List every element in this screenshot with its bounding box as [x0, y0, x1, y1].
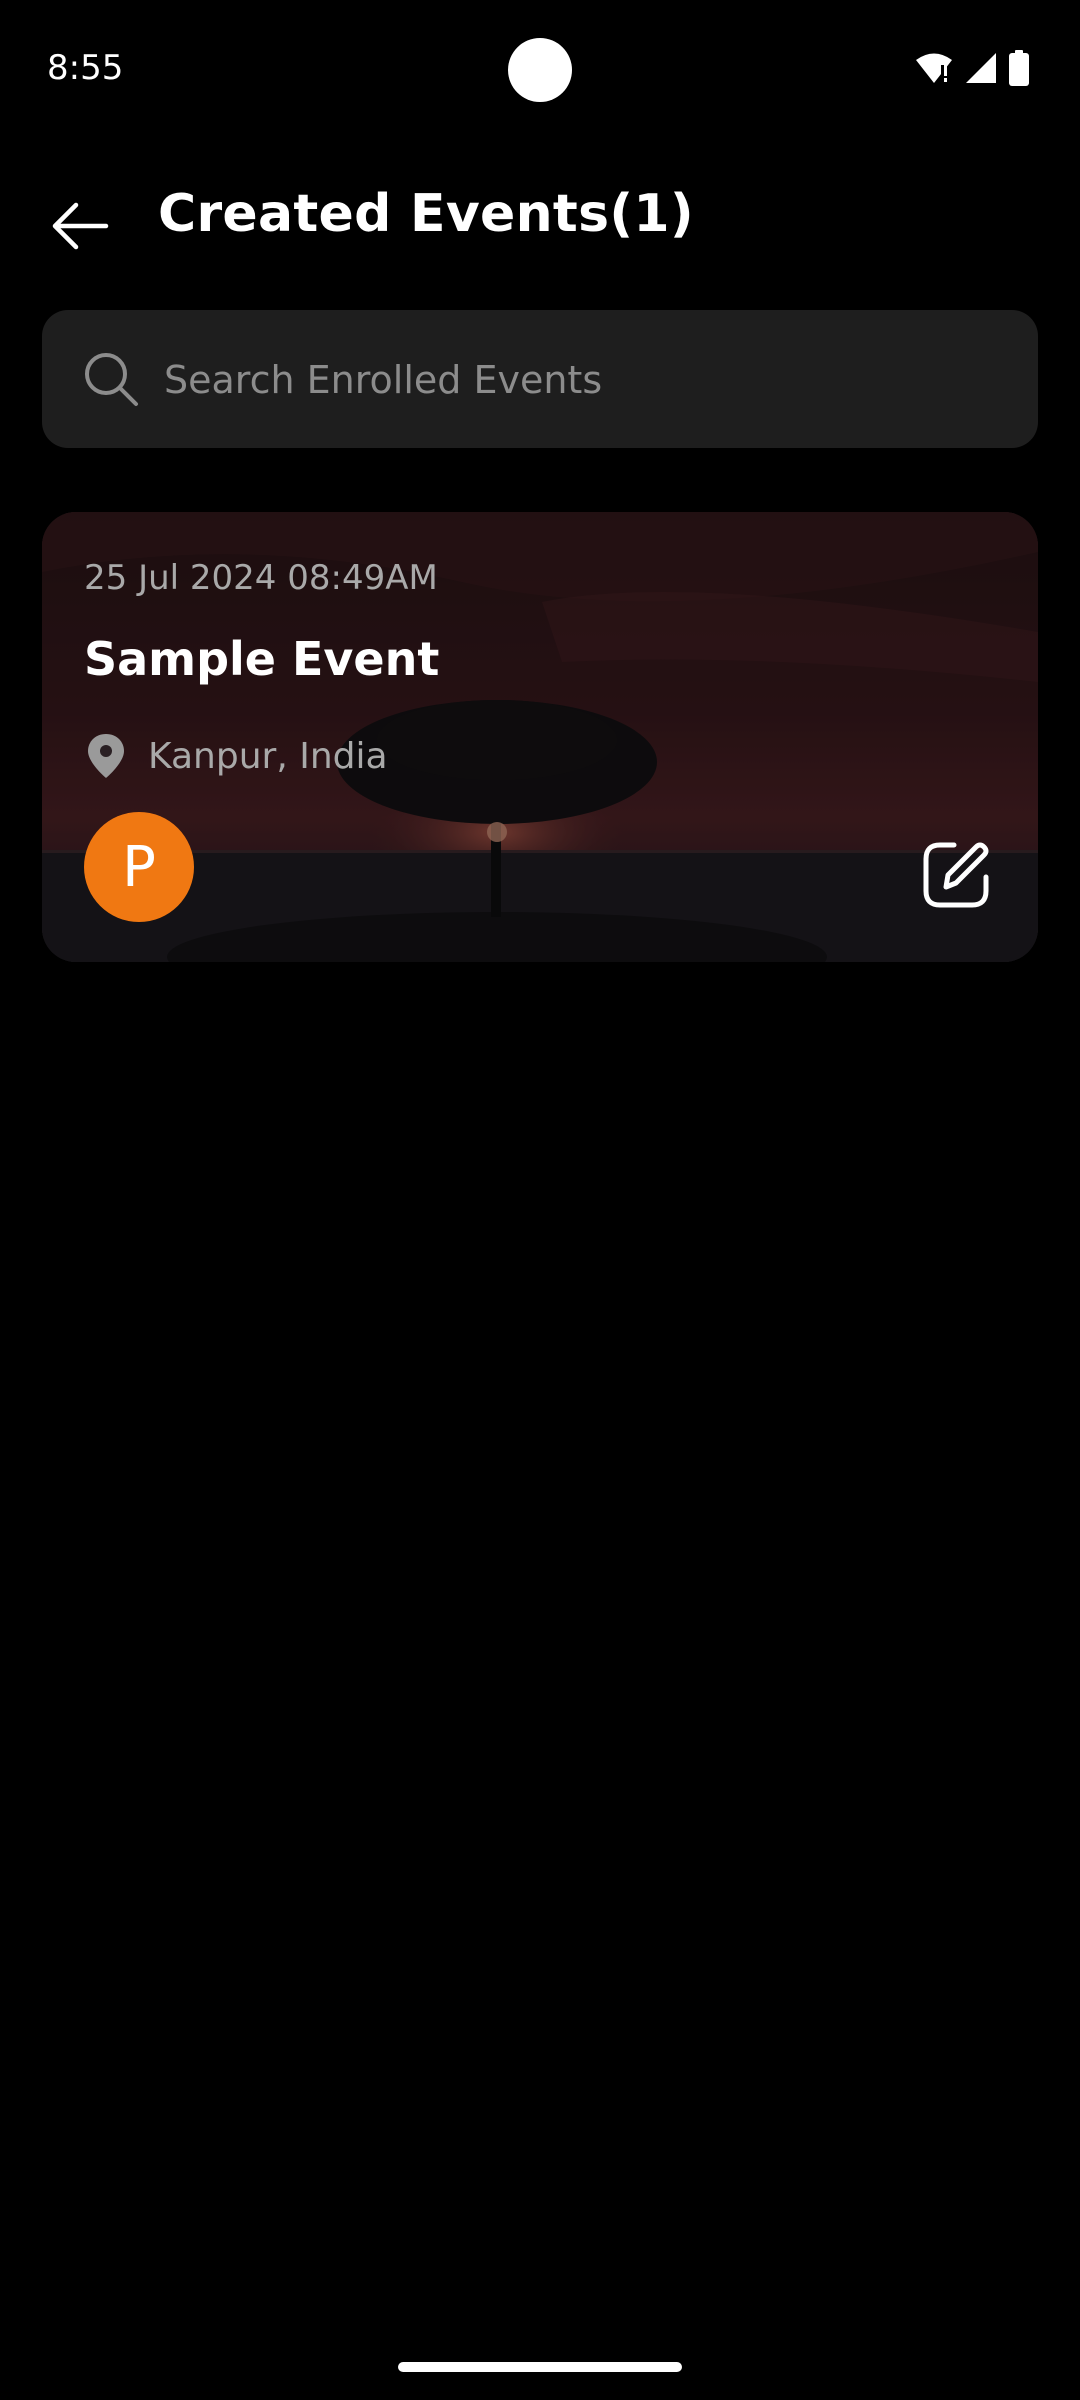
edit-icon[interactable]	[918, 837, 994, 913]
event-title: Sample Event	[84, 632, 440, 686]
search-icon	[85, 353, 138, 406]
page-title: Created Events(1)	[158, 184, 694, 244]
event-location: Kanpur, India	[84, 732, 388, 780]
arrow-left-icon	[52, 202, 109, 250]
front-camera	[508, 38, 572, 102]
event-date: 25 Jul 2024 08:49AM	[84, 558, 438, 598]
back-button[interactable]	[44, 190, 116, 262]
signal-icon	[966, 53, 996, 83]
wifi-alert-icon	[916, 53, 952, 83]
screen: 8:55 Created Events(1) Search Enrolled E…	[0, 0, 1080, 2400]
status-icons	[914, 48, 1030, 88]
battery-icon	[1009, 50, 1029, 86]
status-time: 8:55	[47, 48, 124, 88]
home-indicator[interactable]	[398, 2362, 682, 2372]
search-bar[interactable]	[42, 310, 1038, 450]
avatar: P	[84, 812, 194, 922]
search-input[interactable]	[162, 310, 1006, 450]
event-card[interactable]: 25 Jul 2024 08:49AM Sample Event Kanpur,…	[42, 512, 1038, 962]
location-pin-icon	[88, 734, 124, 778]
location-text: Kanpur, India	[148, 735, 388, 777]
